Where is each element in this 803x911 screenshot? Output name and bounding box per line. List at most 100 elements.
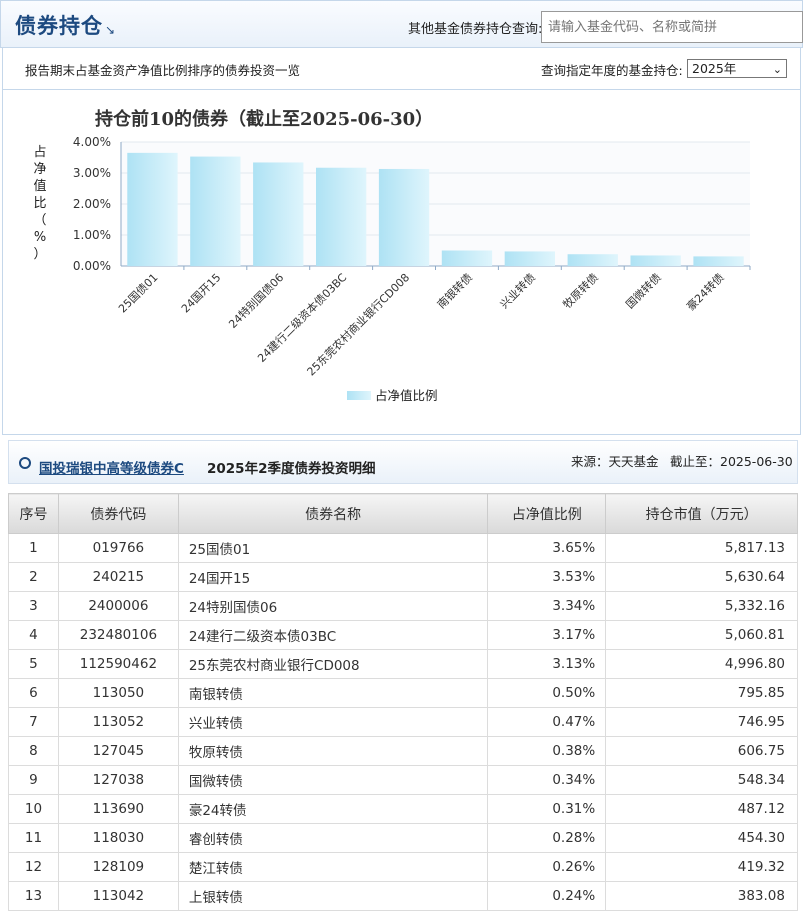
as-of-date: 截止至：2025-06-30 [670, 454, 793, 469]
bar [190, 156, 241, 266]
row-no-cell: 5 [8, 649, 59, 679]
table-row: 10 113690 豪24转债 0.31% 487.12 [8, 794, 798, 824]
circle-bullet-icon [19, 457, 31, 469]
row-no-cell: 12 [8, 852, 59, 882]
y-axis-label-char: （ [33, 213, 46, 228]
bond-name-cell: 睿创转债 [177, 823, 489, 853]
bar [693, 256, 744, 266]
year-select[interactable]: 2025年 ⌄ [687, 59, 787, 78]
bar [504, 251, 556, 266]
net-value-ratio-cell: 0.31% [487, 794, 607, 824]
legend-label: 占净值比例 [375, 388, 438, 403]
bar [378, 168, 430, 266]
detail-header: 国投瑞银中高等级债券C 2025年2季度债券投资明细 来源：天天基金 截止至：2… [8, 440, 798, 484]
market-value-cell: 383.08 [605, 881, 798, 911]
fund-search-input[interactable] [541, 11, 803, 43]
bond-code-cell: 112590462 [57, 649, 179, 679]
net-value-ratio-cell: 0.38% [487, 736, 607, 766]
bond-code-cell: 113690 [57, 794, 179, 824]
x-tick-label: 24国开15 [179, 271, 224, 316]
year-select-label: 查询指定年度的基金持仓: [541, 63, 683, 78]
y-tick-label: 2.00% [73, 197, 111, 211]
fund-name-link[interactable]: 国投瑞银中高等级债券C [39, 457, 184, 477]
net-value-ratio-cell: 0.26% [487, 852, 607, 882]
y-axis-label-char: 净 [33, 162, 46, 177]
x-tick-label: 牧原转债 [560, 270, 601, 311]
net-value-ratio-cell: 0.28% [487, 823, 607, 853]
market-value-cell: 5,630.64 [605, 562, 798, 592]
fund-lookup-label: 其他基金债券持仓查询: [408, 22, 543, 37]
bond-code-cell: 019766 [57, 533, 179, 563]
x-tick-label: 24特别国债06 [226, 270, 287, 331]
chart-svg: 持仓前10的债券（截止至2025-06-30） 占净值比 （% ） 0.00% 1.00%… [33, 108, 751, 403]
row-no-cell: 2 [8, 562, 59, 592]
market-value-cell: 419.32 [605, 852, 798, 882]
net-value-ratio-cell: 3.53% [487, 562, 607, 592]
x-tick-label: 豪24转债 [684, 270, 727, 313]
bond-name-cell: 24国开15 [177, 562, 489, 592]
bond-name-cell: 国微转债 [177, 765, 489, 795]
net-value-ratio-cell: 3.34% [487, 591, 607, 621]
table-row: 4 232480106 24建行二级资本债03BC 3.17% 5,060.81 [8, 620, 798, 650]
legend-swatch [347, 391, 371, 400]
net-value-ratio-cell: 3.65% [487, 533, 607, 563]
bar [441, 250, 493, 266]
row-no-cell: 8 [8, 736, 59, 766]
y-axis-label-char: 比 [33, 196, 46, 211]
table-row: 8 127045 牧原转债 0.38% 606.75 [8, 736, 798, 766]
row-no-cell: 3 [8, 591, 59, 621]
x-tick-label: 25国债01 [115, 270, 160, 315]
bond-name-cell: 楚江转债 [177, 852, 489, 882]
table-row: 11 118030 睿创转债 0.28% 454.30 [8, 823, 798, 853]
row-no-cell: 4 [8, 620, 59, 650]
row-no-cell: 7 [8, 707, 59, 737]
table-header-row: 序号 债券代码 债券名称 占净值比例 持仓市值（万元） [8, 493, 798, 534]
holdings-description: 报告期末占基金资产净值比例排序的债券投资一览 [25, 63, 301, 78]
bar [567, 254, 618, 266]
bond-code-cell: 2400006 [57, 591, 179, 621]
row-no-cell: 1 [8, 533, 59, 563]
chart-title: 持仓前10的债券（截止至2025-06-30） [95, 108, 433, 130]
x-tick-label: 南银转债 [434, 270, 475, 311]
y-tick-label: 4.00% [73, 135, 111, 149]
table-row: 3 2400006 24特别国债06 3.34% 5,332.16 [8, 591, 798, 621]
expand-arrow-icon[interactable]: ↘ [105, 23, 115, 37]
market-value-cell: 454.30 [605, 823, 798, 853]
page-header: 债券持仓 ↘ 其他基金债券持仓查询: [0, 0, 803, 48]
chevron-down-icon: ⌄ [772, 63, 782, 76]
table-row: 7 113052 兴业转债 0.47% 746.95 [8, 707, 798, 737]
bar [315, 167, 367, 266]
net-value-ratio-cell: 3.17% [487, 620, 607, 650]
market-value-cell: 746.95 [605, 707, 798, 737]
page-title: 债券持仓 [15, 14, 103, 38]
bond-code-cell: 118030 [57, 823, 179, 853]
y-axis-label-char: ） [33, 247, 46, 262]
bond-holdings-table: 序号 债券代码 债券名称 占净值比例 持仓市值（万元） 1 019766 25国债0… [8, 493, 798, 911]
bond-name-cell: 25东莞农村商业银行CD008 [177, 649, 489, 679]
bond-code-cell: 240215 [57, 562, 179, 592]
market-value-cell: 5,817.13 [605, 533, 798, 563]
sub-toolbar: 报告期末占基金资产净值比例排序的债券投资一览 查询指定年度的基金持仓: 2025… [2, 48, 801, 90]
net-value-ratio-cell: 0.34% [487, 765, 607, 795]
row-no-cell: 9 [8, 765, 59, 795]
table-row: 13 113042 上银转债 0.24% 383.08 [8, 881, 798, 911]
market-value-cell: 487.12 [605, 794, 798, 824]
bond-name-cell: 24特别国债06 [177, 591, 489, 621]
bond-name-cell: 豪24转债 [177, 794, 489, 824]
row-no-cell: 13 [8, 881, 59, 911]
bond-name-cell: 24建行二级资本债03BC [177, 620, 489, 650]
table-row: 6 113050 南银转债 0.50% 795.85 [8, 678, 798, 708]
bond-code-cell: 232480106 [57, 620, 179, 650]
bond-name-cell: 南银转债 [177, 678, 489, 708]
net-value-ratio-cell: 0.47% [487, 707, 607, 737]
bond-name-cell: 兴业转债 [177, 707, 489, 737]
y-tick-label: 1.00% [73, 228, 111, 242]
y-tick-label: 0.00% [73, 259, 111, 273]
bond-code-cell: 128109 [57, 852, 179, 882]
data-source: 来源：天天基金 [571, 454, 659, 469]
market-value-cell: 548.34 [605, 765, 798, 795]
table-row: 5 112590462 25东莞农村商业银行CD008 3.13% 4,996.80 [8, 649, 798, 679]
row-no-cell: 6 [8, 678, 59, 708]
table-row: 1 019766 25国债01 3.65% 5,817.13 [8, 533, 798, 563]
market-value-cell: 795.85 [605, 678, 798, 708]
